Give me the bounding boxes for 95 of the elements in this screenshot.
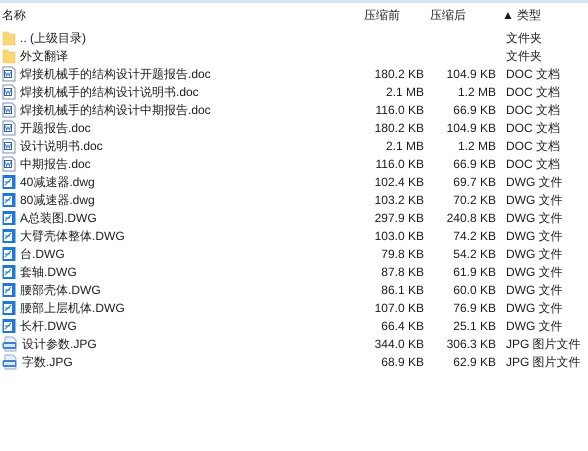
file-type: DWG 文件 [505,210,563,227]
original-size: 68.9 KB [381,354,424,371]
column-header[interactable]: 压缩前 [360,6,426,24]
file-name[interactable]: 40减速器.dwg [20,173,95,191]
file-name[interactable]: .. (上级目录) [20,29,86,47]
column-header[interactable]: ▲ 类型 [498,6,580,24]
original-size: 116.0 KB [376,102,424,119]
column-header[interactable]: 名称 [0,6,360,24]
original-size: 87.8 KB [381,264,424,281]
file-name[interactable]: A总装图.DWG [20,209,97,227]
document-icon [2,84,16,100]
compressed-size: 74.2 KB [453,228,496,245]
file-name[interactable]: 设计参数.JPG [22,335,97,353]
file-name[interactable]: 焊接机械手的结构设计中期报告.doc [20,101,211,119]
document-icon [2,66,16,82]
compressed-size: 66.9 KB [453,102,496,119]
file-name[interactable]: 开题报告.doc [20,119,91,137]
file-type: 文件夹 [505,48,542,65]
file-type: DOC 文档 [505,138,560,155]
file-name[interactable]: 焊接机械手的结构设计说明书.doc [20,83,199,101]
file-name[interactable]: 长杆.DWG [20,317,77,335]
file-type: DOC 文档 [505,156,560,173]
original-size: 103.2 KB [374,192,424,209]
file-name[interactable]: 大臂壳体整体.DWG [20,227,125,245]
file-name[interactable]: 外文翻译 [20,47,68,65]
document-icon [2,102,16,118]
drawing-file-icon [2,246,16,262]
drawing-file-icon [2,228,16,244]
drawing-file-icon [2,300,16,316]
file-name[interactable]: 设计说明书.doc [20,137,103,155]
file-name[interactable]: 中期报告.doc [20,155,91,173]
file-type: DWG 文件 [505,246,563,263]
file-type: 文件夹 [505,30,542,47]
file-type: DWG 文件 [505,300,563,317]
original-size: 2.1 MB [386,138,424,155]
file-name[interactable]: 台.DWG [20,245,65,263]
original-size: 180.2 KB [374,120,424,137]
column-header[interactable]: 压缩后 [426,6,498,24]
file-name[interactable]: 字数.JPG [22,353,73,371]
compressed-size: 104.9 KB [446,66,496,83]
file-name[interactable]: 80减速器.dwg [20,191,95,209]
file-name[interactable]: 腰部壳体.DWG [20,281,101,299]
folder-icon [2,30,16,46]
file-type: DWG 文件 [505,228,563,245]
folder-icon [2,48,16,64]
file-type: DWG 文件 [505,282,563,299]
original-size: 180.2 KB [374,66,424,83]
file-name[interactable]: 焊接机械手的结构设计开题报告.doc [20,65,211,83]
original-size: 79.8 KB [381,246,424,263]
compressed-size: 306.3 KB [446,336,496,353]
original-size: 66.4 KB [381,318,424,335]
original-size: 86.1 KB [381,282,424,299]
compressed-size: 62.9 KB [453,354,496,371]
file-type: DOC 文档 [505,66,560,83]
file-type: JPG 图片文件 [505,354,581,371]
file-type: DWG 文件 [505,264,563,281]
document-icon [2,138,16,154]
drawing-file-icon [2,174,16,190]
compressed-size: 70.2 KB [453,192,496,209]
compressed-size: 60.0 KB [453,282,496,299]
compressed-size: 1.2 MB [458,138,496,155]
compressed-size: 1.2 MB [458,84,496,101]
drawing-file-icon [2,210,16,226]
compressed-size: 69.7 KB [453,174,496,191]
drawing-file-icon [2,192,16,208]
compressed-size: 66.9 KB [453,156,496,173]
original-size: 297.9 KB [374,210,424,227]
file-type: DOC 文档 [505,84,560,101]
file-type: DWG 文件 [505,318,563,335]
compressed-size: 25.1 KB [453,318,496,335]
compressed-size: 240.8 KB [446,210,496,227]
original-size: 103.0 KB [374,228,424,245]
compressed-size: 54.2 KB [453,246,496,263]
compressed-size: 61.9 KB [453,264,496,281]
image-file-icon [2,354,18,370]
drawing-file-icon [2,282,16,298]
file-name[interactable]: 腰部上层机体.DWG [20,299,125,317]
document-icon [2,120,16,136]
original-size: 107.0 KB [374,300,424,317]
drawing-file-icon [2,264,16,280]
image-file-icon [2,336,18,352]
original-size: 2.1 MB [386,84,424,101]
drawing-file-icon [2,318,16,334]
compressed-size: 104.9 KB [446,120,496,137]
file-type: DOC 文档 [505,102,560,119]
original-size: 116.0 KB [376,156,424,173]
original-size: 344.0 KB [374,336,424,353]
compressed-size: 76.9 KB [453,300,496,317]
file-type: DWG 文件 [505,174,563,191]
document-icon [2,156,16,172]
file-type: DWG 文件 [505,192,563,209]
file-name[interactable]: 套轴.DWG [20,263,77,281]
file-type: DOC 文档 [505,120,560,137]
original-size: 102.4 KB [374,174,424,191]
file-type: JPG 图片文件 [505,336,581,353]
